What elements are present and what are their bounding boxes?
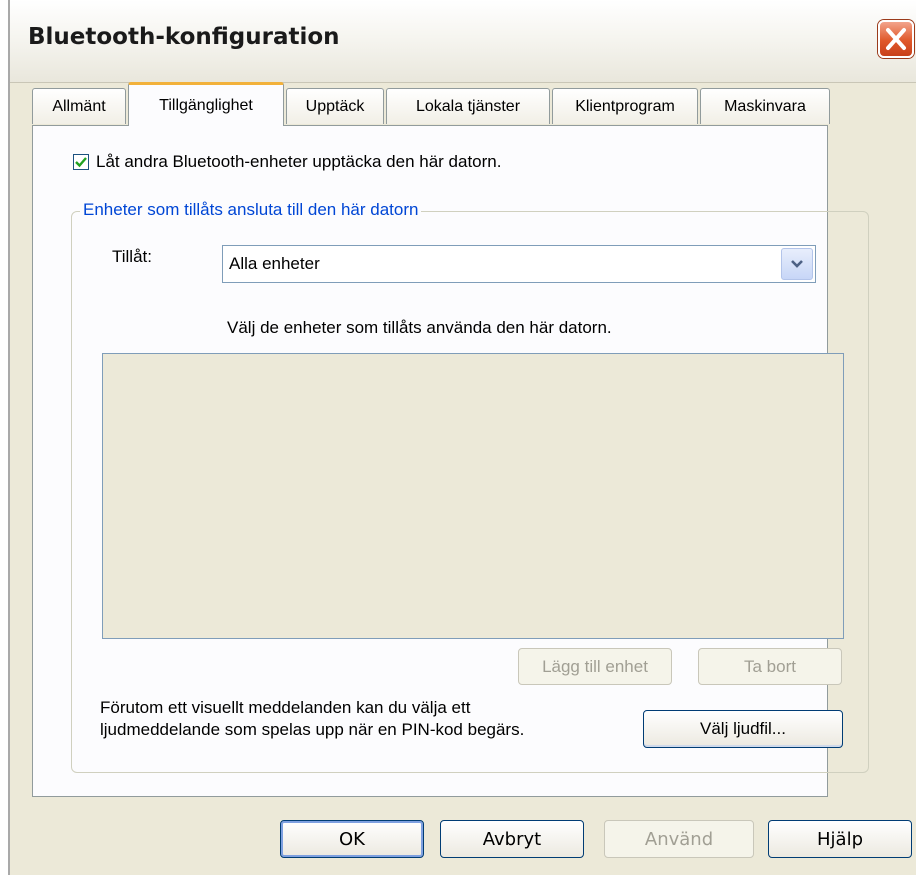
discoverable-label: Låt andra Bluetooth-enheter upptäcka den… xyxy=(96,152,502,171)
tab-klientprogram[interactable]: Klientprogram xyxy=(552,88,698,124)
window-title: Bluetooth-konfiguration xyxy=(28,24,340,50)
group-legend: Enheter som tillåts ansluta till den här… xyxy=(80,200,422,220)
tab-allmant[interactable]: Allmänt xyxy=(32,88,126,124)
remove-device-button[interactable]: Ta bort xyxy=(698,648,842,685)
discoverable-checkbox[interactable] xyxy=(73,154,89,170)
device-hint: Välj de enheter som tillåts använda den … xyxy=(227,318,612,337)
help-button[interactable]: Hjälp xyxy=(768,820,912,858)
cancel-button[interactable]: Avbryt xyxy=(440,820,584,858)
sound-info-text: Förutom ett visuellt meddelanden kan du … xyxy=(100,697,650,741)
apply-button[interactable]: Använd xyxy=(604,820,754,858)
tab-lokala-tjanster[interactable]: Lokala tjänster xyxy=(386,88,550,124)
tab-upptack[interactable]: Upptäck xyxy=(286,88,384,124)
allow-select[interactable]: Alla enheter xyxy=(222,245,816,283)
title-bar[interactable]: Bluetooth-konfiguration xyxy=(10,0,916,83)
tab-tillganglighet[interactable]: Tillgänglighet xyxy=(128,82,284,126)
sound-info-line-2: ljudmeddelande som spelas upp när en PIN… xyxy=(100,720,525,739)
tab-maskinvara[interactable]: Maskinvara xyxy=(700,88,830,124)
device-list[interactable] xyxy=(102,353,844,639)
sound-info-line-1: Förutom ett visuellt meddelanden kan du … xyxy=(100,698,471,717)
tab-panel: Låt andra Bluetooth-enheter upptäcka den… xyxy=(32,125,869,797)
dialog-window: Bluetooth-konfiguration Allmänt Tillgäng… xyxy=(8,0,916,875)
choose-sound-button[interactable]: Välj ljudfil... xyxy=(643,710,843,748)
checkmark-icon xyxy=(75,157,87,168)
allow-label: Tillåt: xyxy=(112,247,152,266)
close-icon xyxy=(886,28,906,50)
close-button[interactable] xyxy=(878,20,914,58)
allow-select-value: Alla enheter xyxy=(229,254,320,273)
allowed-devices-group: Enheter som tillåts ansluta till den här… xyxy=(71,200,869,773)
add-device-button[interactable]: Lägg till enhet xyxy=(518,648,672,685)
discoverable-checkbox-row[interactable]: Låt andra Bluetooth-enheter upptäcka den… xyxy=(73,152,501,172)
chevron-down-icon xyxy=(791,260,803,268)
ok-button[interactable]: OK xyxy=(280,820,424,858)
allow-select-arrow-button[interactable] xyxy=(781,248,813,280)
